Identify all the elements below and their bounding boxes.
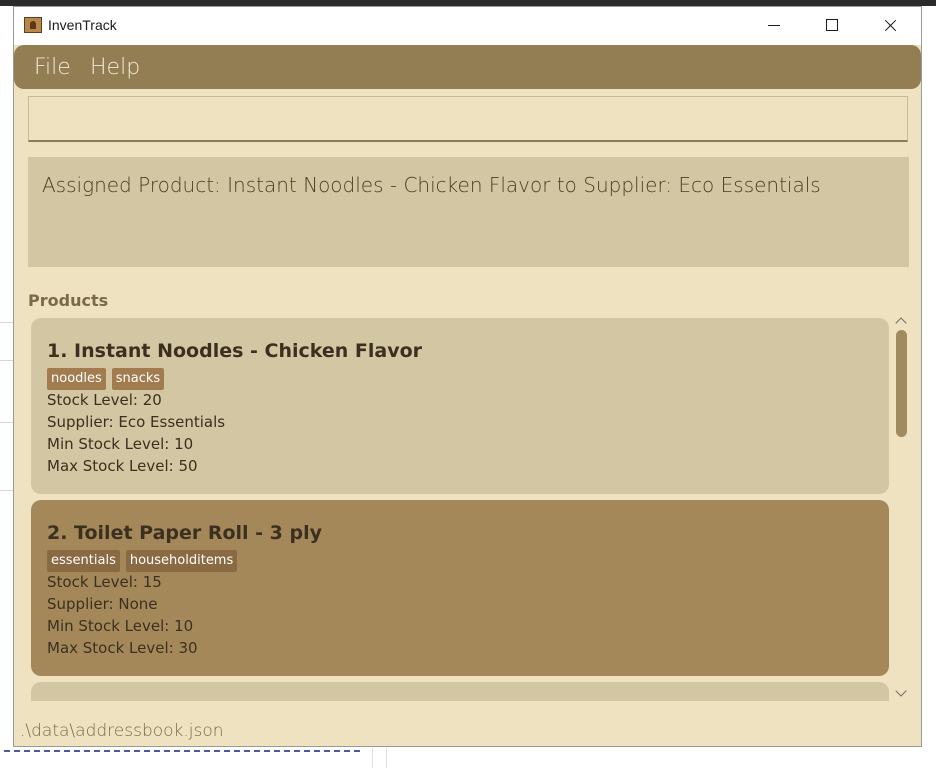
product-card-selected[interactable]: 2. Toilet Paper Roll - 3 ply essentials … (31, 500, 889, 676)
menu-help[interactable]: Help (90, 55, 140, 80)
stock-level: Stock Level: 20 (47, 391, 162, 409)
background-divider (0, 490, 14, 491)
status-bar-file-path: .\data\addressbook.json (20, 721, 224, 741)
products-heading: Products (28, 291, 109, 310)
close-button[interactable] (860, 7, 920, 45)
menu-bar: File Help (14, 45, 921, 89)
supplier: Supplier: None (47, 595, 158, 613)
background-divider (0, 360, 14, 361)
product-card[interactable]: 1. Instant Noodles - Chicken Flavor nood… (31, 318, 889, 494)
product-name: 1. Instant Noodles - Chicken Flavor (47, 340, 423, 362)
product-tag: noodles (47, 368, 106, 390)
app-window: InvenTrack File Help Assigned Product: I… (13, 6, 922, 747)
window-title: InvenTrack (48, 17, 117, 33)
min-stock-level: Min Stock Level: 10 (47, 617, 194, 635)
background-divider (0, 322, 14, 323)
background-divider (386, 748, 387, 768)
product-tag: householditems (125, 550, 238, 572)
menu-file[interactable]: File (34, 55, 71, 80)
product-card[interactable] (31, 682, 889, 701)
result-display: Assigned Product: Instant Noodles - Chic… (28, 157, 909, 267)
max-stock-level: Max Stock Level: 50 (47, 457, 198, 475)
vertical-scrollbar[interactable] (894, 315, 910, 701)
minimize-button[interactable] (744, 7, 804, 45)
scroll-thumb[interactable] (896, 330, 907, 437)
product-list[interactable]: 1. Instant Noodles - Chicken Flavor nood… (28, 315, 910, 701)
supplier: Supplier: Eco Essentials (47, 413, 226, 431)
background-divider (372, 748, 373, 768)
title-bar[interactable]: InvenTrack (14, 7, 921, 45)
max-stock-level: Max Stock Level: 30 (47, 639, 198, 657)
scroll-down-arrow-icon[interactable] (895, 685, 907, 697)
app-icon (24, 17, 42, 33)
maximize-button[interactable] (802, 7, 862, 45)
product-tags: noodles snacks (47, 368, 165, 390)
background-dashed-line (4, 750, 360, 752)
background-divider (0, 422, 14, 423)
product-name: 2. Toilet Paper Roll - 3 ply (47, 522, 323, 544)
command-input[interactable] (28, 96, 908, 142)
product-tag: snacks (111, 368, 165, 390)
scroll-up-arrow-icon[interactable] (895, 317, 907, 329)
min-stock-level: Min Stock Level: 10 (47, 435, 194, 453)
product-tag: essentials (47, 550, 120, 572)
product-tags: essentials householditems (47, 550, 238, 572)
result-message: Assigned Product: Instant Noodles - Chic… (42, 173, 821, 197)
stock-level: Stock Level: 15 (47, 573, 162, 591)
